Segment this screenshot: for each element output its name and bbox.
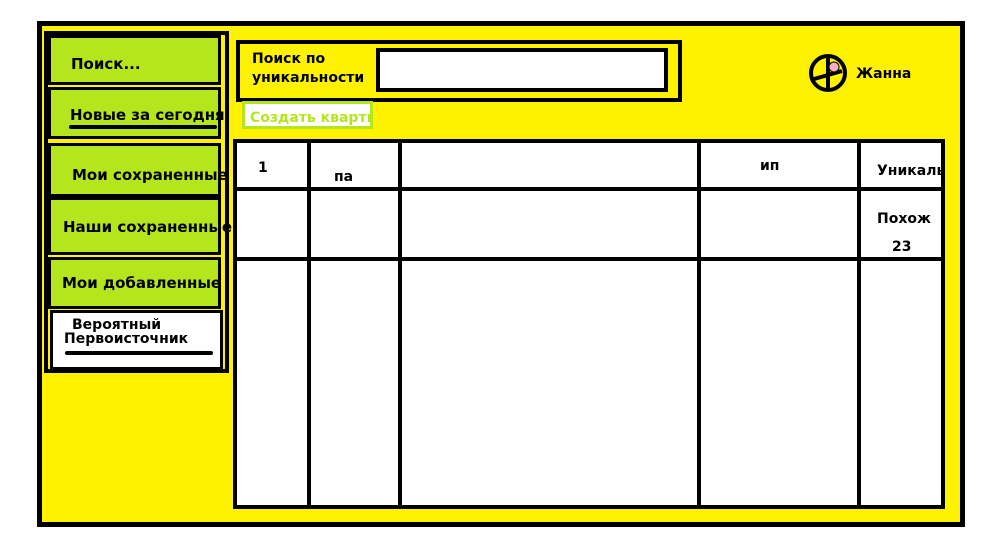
apartments-table: 1 па ип Уникаль Похож 23 [233, 139, 945, 509]
sidebar-item-our-saved[interactable]: Наши сохраненные [48, 197, 232, 255]
active-underline [69, 125, 217, 129]
sidebar-item-my-added[interactable]: Мои добавленные [48, 257, 221, 309]
sidebar-item-label: Наши сохраненные [63, 218, 233, 236]
uniqueness-search-input[interactable] [376, 48, 668, 92]
table-cell: 23 [892, 239, 912, 255]
sidebar: Поиск... Новые за сегодня Мои сохраненны… [44, 31, 232, 373]
user-avatar-icon [809, 54, 847, 92]
column-divider [697, 143, 701, 505]
table-cell: Похож [877, 211, 931, 227]
column-header[interactable]: па [334, 169, 353, 185]
column-header[interactable]: Уникаль [877, 163, 945, 179]
sidebar-item-label: Новые за сегодня [70, 106, 225, 124]
sidebar-item-search[interactable]: Поиск... [48, 35, 221, 85]
sidebar-item-label: Мои добавленные [62, 274, 222, 292]
column-divider [398, 143, 402, 505]
column-divider [857, 143, 861, 505]
table-row-divider [237, 257, 941, 261]
sidebar-item-label: Поиск... [71, 55, 141, 73]
active-underline [65, 351, 213, 355]
sidebar-item-probable-source[interactable]: Вероятный Первоисточник [50, 310, 223, 370]
search-label-line2: уникальности [252, 70, 365, 86]
column-header[interactable]: 1 [258, 160, 268, 176]
table-header-divider [237, 187, 941, 191]
user-name: Жанна [856, 66, 912, 82]
create-apartment-button[interactable]: Создать кварти [242, 101, 373, 129]
column-divider [307, 143, 311, 505]
user-profile[interactable]: Жанна [808, 53, 911, 93]
sidebar-item-label-line2: Первоисточник [64, 331, 189, 347]
sidebar-item-label: Мои сохраненные [72, 166, 228, 184]
search-label: Поиск по уникальности [252, 50, 364, 88]
search-label-line1: Поиск по [252, 51, 326, 67]
sidebar-item-my-saved[interactable]: Мои сохраненные [48, 143, 228, 197]
uniqueness-search-box: Поиск по уникальности [236, 40, 682, 102]
sidebar-item-new-today[interactable]: Новые за сегодня [48, 87, 225, 139]
column-header[interactable]: ип [760, 158, 779, 174]
